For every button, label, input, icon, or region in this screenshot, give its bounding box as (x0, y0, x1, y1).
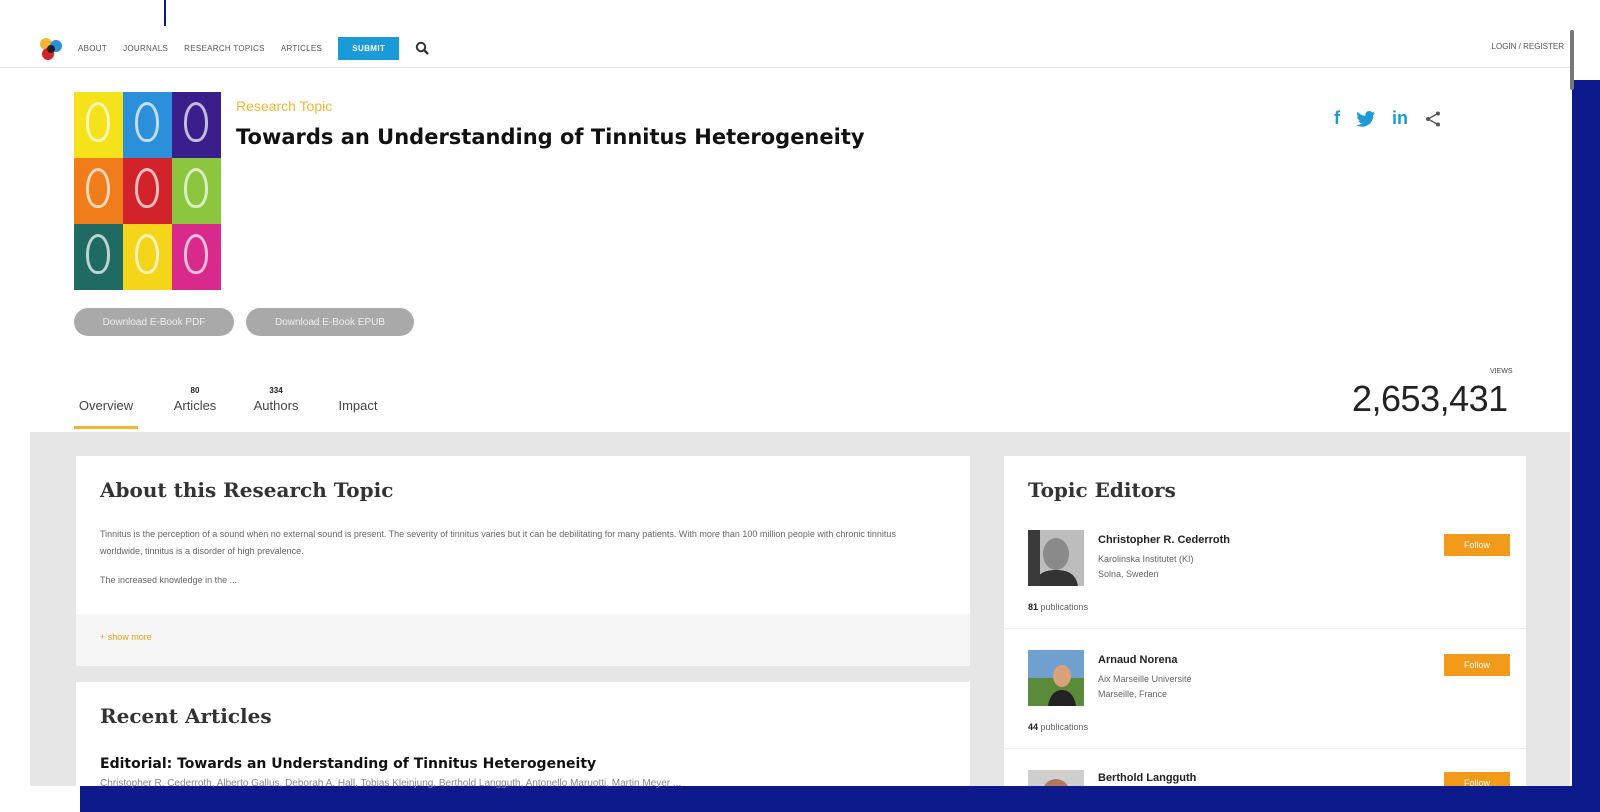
share-icon[interactable] (1424, 110, 1442, 128)
recent-articles-title: Recent Articles (100, 704, 272, 728)
publication-count: 81 (1028, 602, 1039, 612)
editor-affiliation: Karolinska Institutet (KI) (1098, 554, 1194, 564)
download-pdf-button[interactable]: Download E-Book PDF (74, 308, 234, 336)
editor-publications: 44 publications (1028, 722, 1088, 732)
cover-tile (123, 224, 172, 290)
scrollbar[interactable] (1570, 30, 1574, 90)
research-topic-cover-image (74, 92, 221, 290)
editor-affiliation: Aix Marseille Université (1098, 674, 1192, 684)
login-register-link[interactable]: LOGIN / REGISTER (1492, 42, 1564, 51)
publication-label: publications (1040, 722, 1089, 732)
editor-avatar[interactable] (1028, 770, 1084, 786)
editor-item: Christopher R. Cederroth Karolinska Inst… (1004, 530, 1526, 622)
cover-tile (172, 158, 221, 224)
views-count: 2,653,431 (1352, 378, 1508, 419)
tab-label: Overview (78, 398, 134, 413)
frame-border-bottom (80, 786, 1600, 812)
about-text-truncated: The increased knowledge in the ... (100, 575, 238, 585)
tab-authors[interactable]: 334 Authors (248, 386, 304, 413)
editor-avatar[interactable] (1028, 530, 1084, 586)
follow-button[interactable]: Follow (1444, 654, 1510, 676)
editor-avatar[interactable] (1028, 650, 1084, 706)
tab-count: 334 (269, 386, 283, 395)
publication-count: 44 (1028, 722, 1039, 732)
cover-tile (172, 224, 221, 290)
editor-name-link[interactable]: Berthold Langguth (1098, 772, 1196, 784)
divider (1004, 628, 1526, 629)
about-title: About this Research Topic (100, 478, 394, 502)
follow-button[interactable]: Follow (1444, 772, 1510, 786)
recent-articles-card: Recent Articles Editorial: Towards an Un… (76, 682, 970, 789)
article-title-link[interactable]: Editorial: Towards an Understanding of T… (100, 756, 596, 772)
tab-label: Authors (253, 398, 299, 413)
divider (1004, 748, 1526, 749)
facebook-icon[interactable]: f (1334, 108, 1340, 129)
text-cursor (164, 0, 166, 26)
active-tab-indicator (74, 426, 138, 429)
nav-links: ABOUT JOURNALS RESEARCH TOPICS ARTICLES … (78, 28, 430, 68)
social-share: f in (1334, 108, 1442, 129)
publication-label: publications (1040, 602, 1089, 612)
topic-editors-title: Topic Editors (1028, 478, 1176, 502)
tab-label: Articles (173, 398, 217, 413)
nav-journals[interactable]: JOURNALS (123, 44, 168, 53)
cover-tile (74, 158, 123, 224)
editor-item: Berthold Langguth Follow (1004, 770, 1526, 786)
nav-about[interactable]: ABOUT (78, 44, 107, 53)
submit-button[interactable]: SUBMIT (338, 36, 400, 60)
article-authors: Christopher R. Cederroth, Alberto Gallus… (100, 778, 682, 789)
linkedin-icon[interactable]: in (1392, 108, 1408, 129)
editor-publications: 81 publications (1028, 602, 1088, 612)
about-text: Tinnitus is the perception of a sound wh… (100, 529, 896, 556)
editor-item: Arnaud Norena Aix Marseille Université M… (1004, 650, 1526, 742)
twitter-icon[interactable] (1356, 110, 1376, 128)
about-card: About this Research Topic Tinnitus is th… (76, 456, 970, 666)
editor-name-link[interactable]: Christopher R. Cederroth (1098, 534, 1230, 546)
tab-count: 80 (190, 386, 200, 395)
cover-tile (74, 224, 123, 290)
tab-overview[interactable]: Overview (74, 386, 138, 413)
editor-name-link[interactable]: Arnaud Norena (1098, 654, 1177, 666)
cover-tile (123, 158, 172, 224)
page-title: Towards an Understanding of Tinnitus Het… (236, 125, 865, 149)
frame-border-right (1572, 80, 1600, 812)
show-more-link[interactable]: + show more (100, 632, 152, 642)
cover-tile (74, 92, 123, 158)
tab-impact[interactable]: Impact (332, 386, 384, 413)
nav-research-topics[interactable]: RESEARCH TOPICS (184, 44, 265, 53)
download-epub-button[interactable]: Download E-Book EPUB (246, 308, 414, 336)
cover-tile (123, 92, 172, 158)
tab-label: Impact (338, 398, 378, 413)
frontiers-logo-icon[interactable] (38, 36, 64, 62)
tab-articles[interactable]: 80 Articles (168, 386, 222, 413)
show-more-band: + show more (76, 614, 970, 666)
follow-button[interactable]: Follow (1444, 534, 1510, 556)
search-icon[interactable] (415, 41, 430, 55)
top-nav: ABOUT JOURNALS RESEARCH TOPICS ARTICLES … (0, 28, 1570, 68)
research-topic-label: Research Topic (236, 98, 333, 114)
cover-tile (172, 92, 221, 158)
views-label: VIEWS (1490, 368, 1513, 375)
topic-editors-card: Topic Editors Christopher R. Cederroth K… (1004, 456, 1526, 786)
editor-location: Solna, Sweden (1098, 569, 1159, 579)
nav-articles[interactable]: ARTICLES (281, 44, 322, 53)
tab-count (332, 386, 384, 396)
editor-location: Marseille, France (1098, 689, 1168, 699)
tab-count (74, 386, 138, 396)
